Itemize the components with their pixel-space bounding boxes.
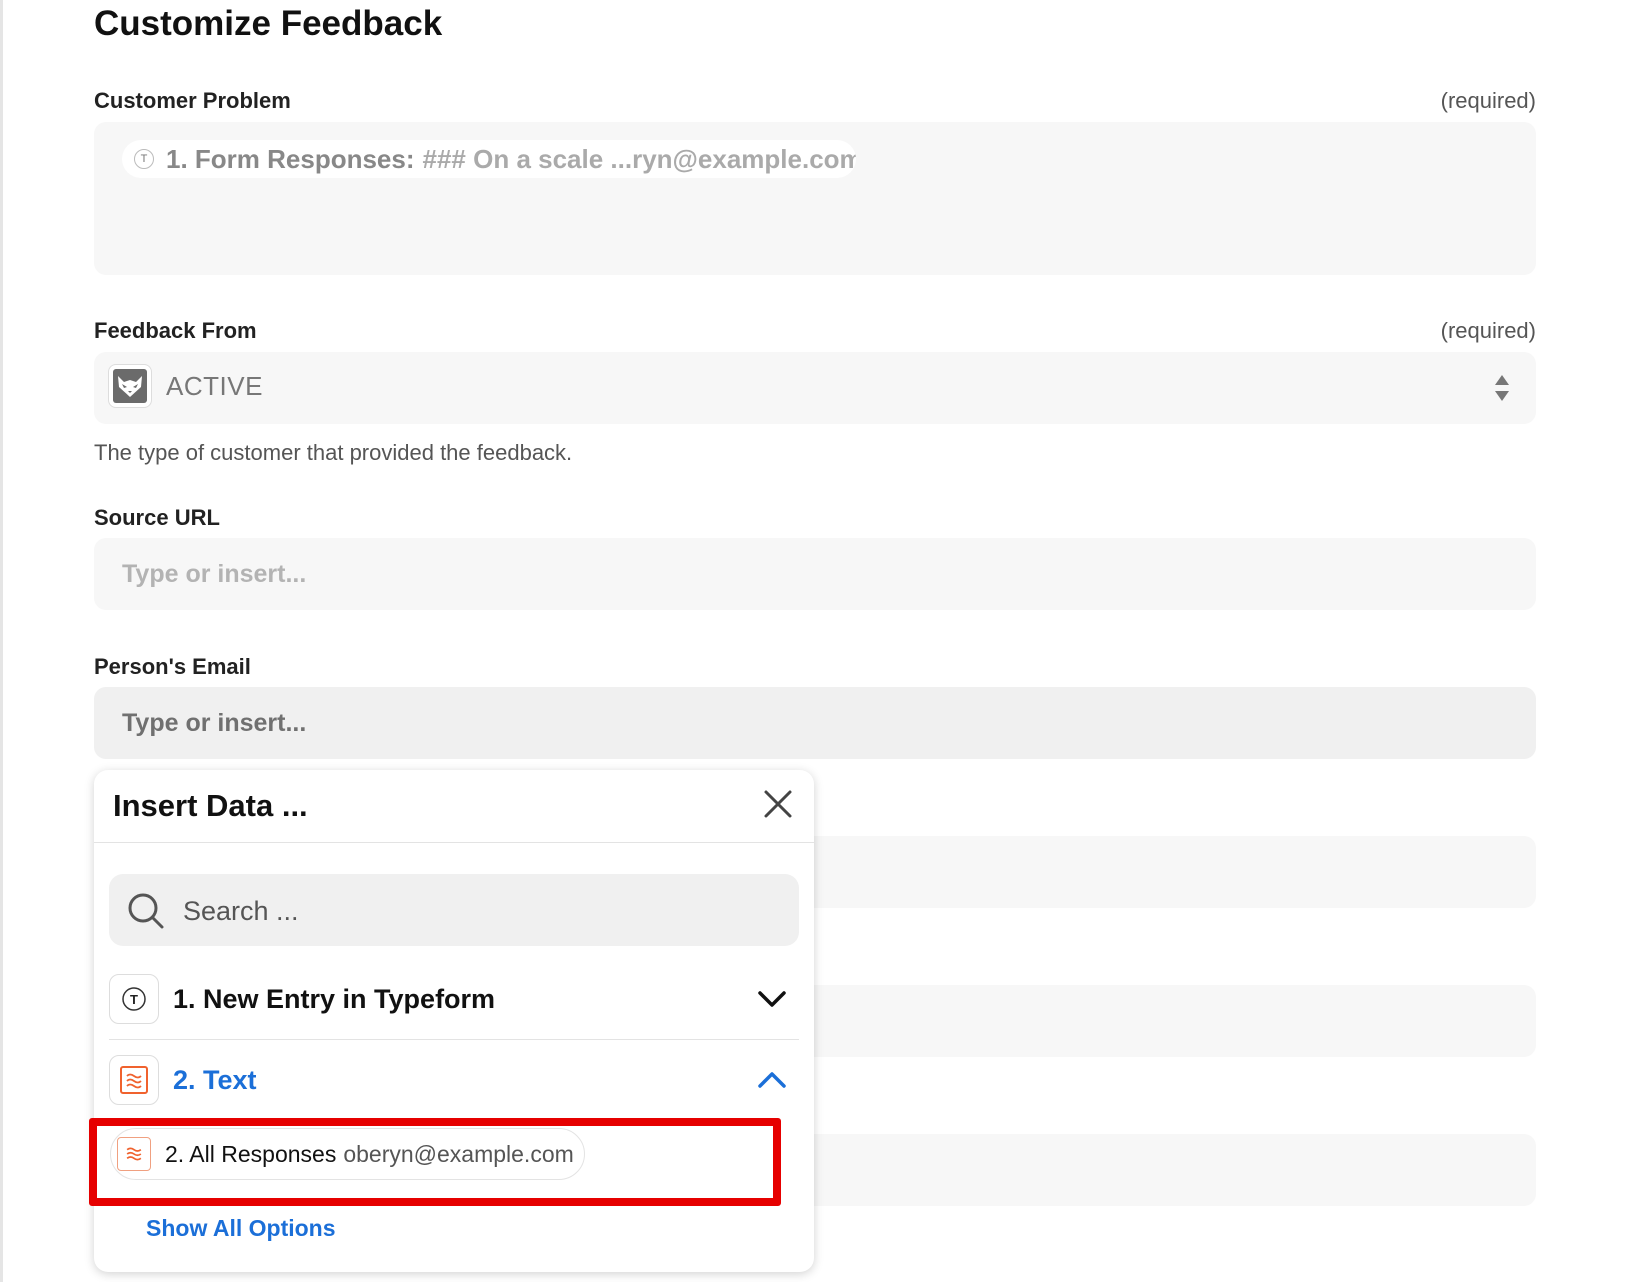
feedback-from-help: The type of customer that provided the f… (94, 440, 573, 465)
source-url-placeholder: Type or insert... (122, 560, 307, 588)
feedback-from-value: ACTIVE (166, 370, 263, 401)
page-left-border (0, 0, 3, 1282)
insert-data-panel: Insert Data ... T 1. New Entry in Typefo… (89, 770, 814, 1272)
insert-data-header: Insert Data ... (94, 770, 814, 843)
feedback-from-required: (required) (1440, 318, 1536, 343)
sort-arrows-icon (1495, 375, 1509, 401)
close-icon[interactable] (762, 788, 794, 820)
option-all-responses[interactable]: 2. All Responses oberyn@example.com (110, 1128, 585, 1180)
persons-email-label: Person's Email (94, 654, 251, 679)
step-typeform-label: 1. New Entry in Typeform (173, 983, 496, 1014)
page-title: Customize Feedback (94, 4, 443, 43)
token-value: ### On a scale ...ryn@example.com (422, 143, 856, 174)
persons-email-input[interactable]: Type or insert... (94, 687, 1536, 759)
typeform-small-icon: T (134, 149, 154, 169)
search-input[interactable] (181, 874, 785, 948)
source-url-label: Source URL (94, 505, 220, 530)
customer-problem-token[interactable]: T 1. Form Responses: ### On a scale ...r… (122, 140, 856, 178)
token-key: 1. Form Responses: (166, 143, 415, 174)
source-url-input[interactable]: Type or insert... (94, 538, 1536, 610)
step-text[interactable]: 2. Text (109, 1040, 799, 1120)
search-box[interactable] (109, 874, 799, 948)
chevron-down-icon[interactable] (757, 987, 787, 1011)
feedback-from-label: Feedback From (94, 318, 257, 343)
search-icon (128, 893, 164, 929)
step-typeform[interactable]: T 1. New Entry in Typeform (109, 959, 799, 1039)
feedback-from-select[interactable]: ACTIVE (94, 352, 1536, 424)
show-all-options-link[interactable]: Show All Options (146, 1215, 336, 1242)
step-text-label: 2. Text (173, 1064, 257, 1095)
option-key: 2. All Responses (165, 1140, 337, 1167)
svg-text:T: T (130, 992, 138, 1007)
chevron-up-icon[interactable] (757, 1068, 787, 1092)
customer-problem-required: (required) (1440, 88, 1536, 113)
formatter-small-icon (117, 1137, 151, 1171)
formatter-icon (109, 1055, 159, 1105)
insert-data-title: Insert Data ... (113, 788, 308, 823)
typeform-icon: T (109, 974, 159, 1024)
persons-email-placeholder: Type or insert... (122, 709, 307, 737)
option-value: oberyn@example.com (343, 1140, 574, 1167)
fox-app-icon (108, 364, 152, 408)
customer-problem-label: Customer Problem (94, 88, 291, 113)
